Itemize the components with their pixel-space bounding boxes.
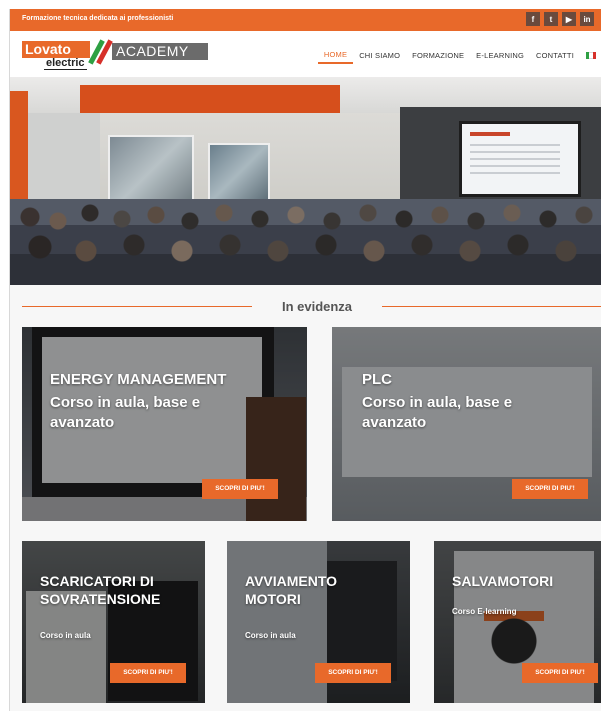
course-card-avviamento-motori[interactable]: AVVIAMENTO MOTORI Corso in aula SCOPRI D… <box>227 541 410 703</box>
divider-right <box>382 306 601 307</box>
card-subtitle: Corso in aula, base e avanzato <box>362 394 513 431</box>
youtube-icon[interactable]: ▶ <box>562 12 576 26</box>
nav-chi-siamo[interactable]: CHI SIAMO <box>353 48 406 63</box>
nav-contatti[interactable]: CONTATTI <box>530 48 580 63</box>
hero-image <box>10 77 601 285</box>
card-title: SALVAMOTORI <box>452 573 554 589</box>
nav-e-learning[interactable]: E-LEARNING <box>470 48 530 63</box>
logo-academy: ACADEMY <box>112 43 208 60</box>
course-card-salvamotori[interactable]: SALVAMOTORI Corso E-learning SCOPRI DI P… <box>434 541 601 703</box>
hero-audience <box>10 199 601 285</box>
discover-more-button[interactable]: SCOPRI DI PIU'! <box>512 479 588 499</box>
hero-orange-band <box>80 85 340 113</box>
card-title: SCARICATORI DI SOVRATENSIONE <box>40 573 161 607</box>
site-header: Lovato electric ACADEMY HOME CHI SIAMO F… <box>10 31 601 77</box>
logo-lovato: Lovato <box>22 41 90 58</box>
social-links: f t ▶ in <box>526 12 594 26</box>
discover-more-button[interactable]: SCOPRI DI PIU'! <box>522 663 598 683</box>
discover-more-button[interactable]: SCOPRI DI PIU'! <box>110 663 186 683</box>
card-subtitle: Corso in aula, base e avanzato <box>50 394 201 431</box>
card-subtitle: Corso E-learning <box>452 607 517 616</box>
nav-formazione[interactable]: FORMAZIONE <box>406 48 470 63</box>
featured-section-header: In evidenza <box>10 285 601 329</box>
nav-home[interactable]: HOME <box>317 47 354 64</box>
discover-more-button[interactable]: SCOPRI DI PIU'! <box>315 663 391 683</box>
divider-left <box>22 306 252 307</box>
card-title: PLC <box>362 371 392 388</box>
card-subtitle: Corso in aula <box>40 631 91 640</box>
card-subtitle: Corso in aula <box>245 631 296 640</box>
course-card-energy-management[interactable]: ENERGY MANAGEMENT Corso in aula, base e … <box>22 327 307 521</box>
top-bar: Formazione tecnica dedicata ai professio… <box>10 9 601 31</box>
page: Formazione tecnica dedicata ai professio… <box>9 9 601 711</box>
italian-flag-icon[interactable] <box>586 52 596 59</box>
twitter-icon[interactable]: t <box>544 12 558 26</box>
card-title: ENERGY MANAGEMENT <box>50 371 227 388</box>
logo-electric: electric <box>44 57 87 70</box>
card-title: AVVIAMENTO MOTORI <box>245 573 338 607</box>
facebook-icon[interactable]: f <box>526 12 540 26</box>
linkedin-icon[interactable]: in <box>580 12 594 26</box>
hero-wall-picture <box>208 143 270 203</box>
discover-more-button[interactable]: SCOPRI DI PIU'! <box>202 479 278 499</box>
main-nav: HOME CHI SIAMO FORMAZIONE E-LEARNING CON… <box>317 47 596 64</box>
course-card-scaricatori[interactable]: SCARICATORI DI SOVRATENSIONE Corso in au… <box>22 541 205 703</box>
course-card-plc[interactable]: PLC Corso in aula, base e avanzato SCOPR… <box>332 327 601 521</box>
projector-screen <box>459 121 581 197</box>
section-title: In evidenza <box>281 299 353 314</box>
tagline: Formazione tecnica dedicata ai professio… <box>22 15 174 22</box>
hero-wall-picture <box>108 135 194 207</box>
site-logo[interactable]: Lovato electric ACADEMY <box>22 39 208 71</box>
